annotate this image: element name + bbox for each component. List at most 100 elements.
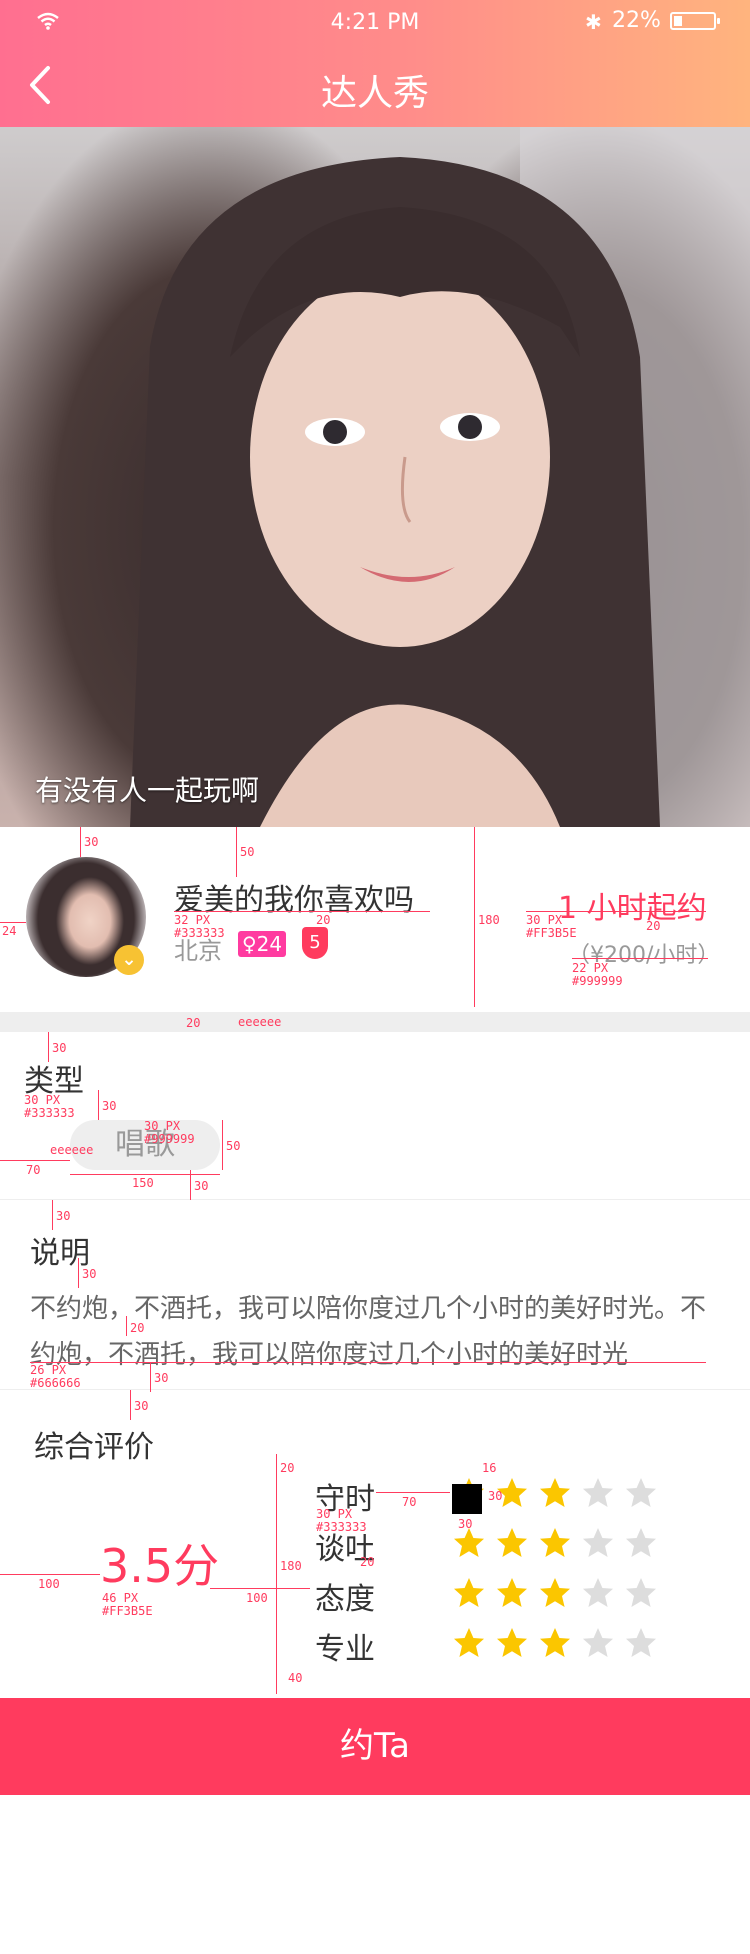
annotation: eeeeee	[238, 1015, 282, 1029]
page-title: 达人秀	[320, 73, 429, 114]
star-filled-icon	[538, 1626, 572, 1660]
annotation: 50	[240, 845, 255, 859]
cover-photo: 有没有人一起玩啊	[0, 127, 750, 827]
star-empty-icon	[624, 1526, 658, 1560]
star-filled-icon	[538, 1526, 572, 1560]
annotation: 22 PX #999999	[572, 961, 623, 988]
annotation: 30	[56, 1209, 71, 1223]
star-filled-icon	[538, 1576, 572, 1610]
annotation-line	[52, 1200, 53, 1230]
annotation-line	[150, 1362, 151, 1392]
star-rating	[452, 1476, 667, 1514]
level-badge: 5	[302, 927, 328, 959]
criteria-list: 守时 谈吐 态度 专业	[315, 1470, 695, 1670]
annotation-line	[526, 911, 706, 912]
star-empty-icon	[581, 1526, 615, 1560]
section-gap	[0, 1012, 750, 1032]
star-rating	[452, 1626, 667, 1664]
annotation: 30 PX #333333	[316, 1507, 367, 1534]
criterion-row: 专业	[315, 1620, 695, 1670]
annotation-line	[190, 1170, 191, 1200]
annotation: 20	[646, 919, 661, 933]
star-empty-icon	[581, 1576, 615, 1610]
annotation-line	[70, 1174, 220, 1175]
overall-score: 3.5分	[100, 1539, 220, 1593]
annotation: 30	[134, 1399, 149, 1413]
annotation: 180	[280, 1559, 302, 1573]
annotation: 26 PX #666666	[30, 1363, 81, 1390]
annotation: 20	[186, 1016, 201, 1030]
annotation: 40	[288, 1671, 303, 1685]
annotation: 16	[482, 1461, 497, 1475]
annotation: 30	[488, 1489, 503, 1503]
annotation-line	[572, 958, 708, 959]
annotation-line	[98, 1090, 99, 1120]
annotation: 30	[82, 1267, 97, 1281]
annotation-line	[276, 1454, 277, 1694]
profile-card: ⌄ 爱美的我你喜欢吗 北京 ♀24 5 1 小时起约 （¥200/小时）	[0, 827, 750, 1012]
annotation-line	[222, 1120, 223, 1170]
status-bar: 4:21 PM ✱ 22%	[0, 0, 750, 42]
star-rating	[452, 1526, 667, 1564]
annotation: 20	[130, 1321, 145, 1335]
star-filled-icon	[495, 1526, 529, 1560]
bluetooth-icon: ✱	[585, 10, 602, 34]
annotation: 50	[226, 1139, 241, 1153]
star-filled-icon	[495, 1626, 529, 1660]
annotation: 150	[132, 1176, 154, 1190]
book-button[interactable]: 约Ta	[0, 1698, 750, 1795]
annotation: 100	[246, 1591, 268, 1605]
annotation: 30	[102, 1099, 117, 1113]
annotation: 46 PX #FF3B5E	[102, 1591, 153, 1618]
criterion-row: 守时	[315, 1470, 695, 1520]
annotation: 30 PX #999999	[144, 1119, 195, 1146]
star-rating	[452, 1576, 667, 1614]
star-filled-icon	[452, 1526, 486, 1560]
criterion-label: 专业	[315, 1632, 375, 1667]
description-title: 说明	[30, 1236, 90, 1271]
annotation-line	[130, 1390, 131, 1420]
star-filled-icon	[452, 1626, 486, 1660]
star-spec-box	[452, 1484, 482, 1514]
annotation: 180	[478, 913, 500, 927]
criterion-row: 态度	[315, 1570, 695, 1620]
annotation-line	[126, 1316, 127, 1336]
annotation: 20	[280, 1461, 295, 1475]
annotation-line	[174, 911, 430, 912]
cover-caption: 有没有人一起玩啊	[35, 774, 260, 807]
annotation-line	[0, 1574, 100, 1575]
annotation-line	[48, 1032, 49, 1062]
avatar-container[interactable]: ⌄	[26, 857, 146, 977]
start-hours-text: 1 小时起约	[558, 891, 707, 926]
annotation: 30	[52, 1041, 67, 1055]
criterion-label: 态度	[315, 1582, 375, 1617]
annotation: 30	[84, 835, 99, 849]
annotation: 30	[154, 1371, 169, 1385]
annotation: 70	[402, 1495, 417, 1509]
star-empty-icon	[581, 1626, 615, 1660]
annotation: 30	[458, 1517, 473, 1531]
annotation: 32 PX #333333	[174, 913, 225, 940]
nav-header: 4:21 PM ✱ 22% 达人秀	[0, 0, 750, 127]
vip-badge-icon: ⌄	[114, 945, 144, 975]
annotation: 100	[38, 1577, 60, 1591]
annotation: 30 PX #333333	[24, 1093, 75, 1120]
annotation-line	[78, 1258, 79, 1288]
annotation-line	[30, 1362, 706, 1363]
gender-age-badge: ♀24	[238, 931, 287, 957]
annotation-line	[210, 1588, 310, 1589]
annotation-line	[474, 827, 475, 1007]
annotation-line	[0, 922, 26, 923]
annotation: 24	[2, 924, 17, 938]
rating-title: 综合评价	[34, 1430, 154, 1465]
annotation: 70	[26, 1163, 41, 1177]
nickname: 爱美的我你喜欢吗	[174, 883, 414, 918]
battery-icon	[670, 12, 720, 30]
star-empty-icon	[624, 1626, 658, 1660]
annotation: 20	[316, 913, 331, 927]
battery-percent: 22%	[612, 8, 661, 33]
annotation: 20	[360, 1555, 375, 1569]
annotation-line	[376, 1492, 450, 1493]
rating-section: 综合评价 3.5分 守时 谈吐 态度 专业	[0, 1390, 750, 1698]
annotation: 30 PX #FF3B5E	[526, 913, 577, 940]
